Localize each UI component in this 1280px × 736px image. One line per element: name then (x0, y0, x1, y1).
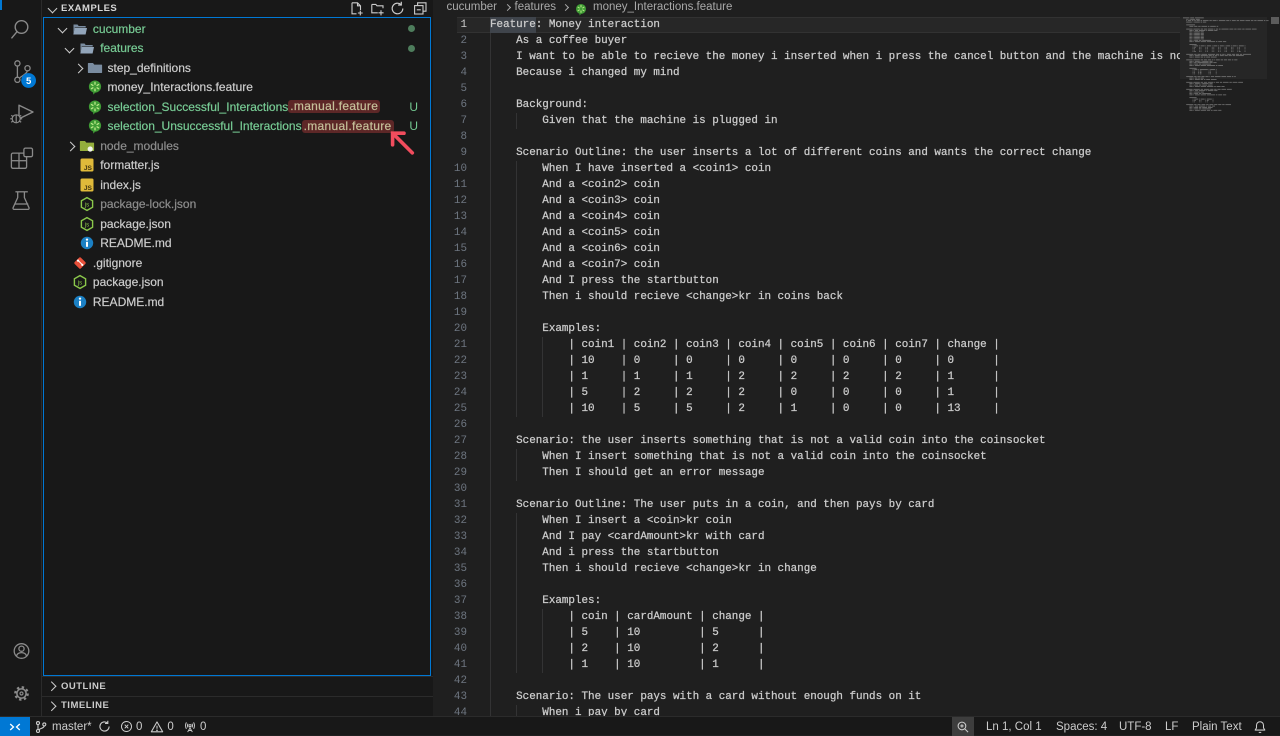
svg-text:js: js (84, 222, 89, 228)
svg-text:js: js (77, 281, 82, 287)
svg-text:JS: JS (84, 185, 93, 192)
svg-text:5: 5 (26, 76, 32, 87)
svg-text:js: js (84, 203, 89, 209)
svg-text:JS: JS (84, 165, 93, 172)
